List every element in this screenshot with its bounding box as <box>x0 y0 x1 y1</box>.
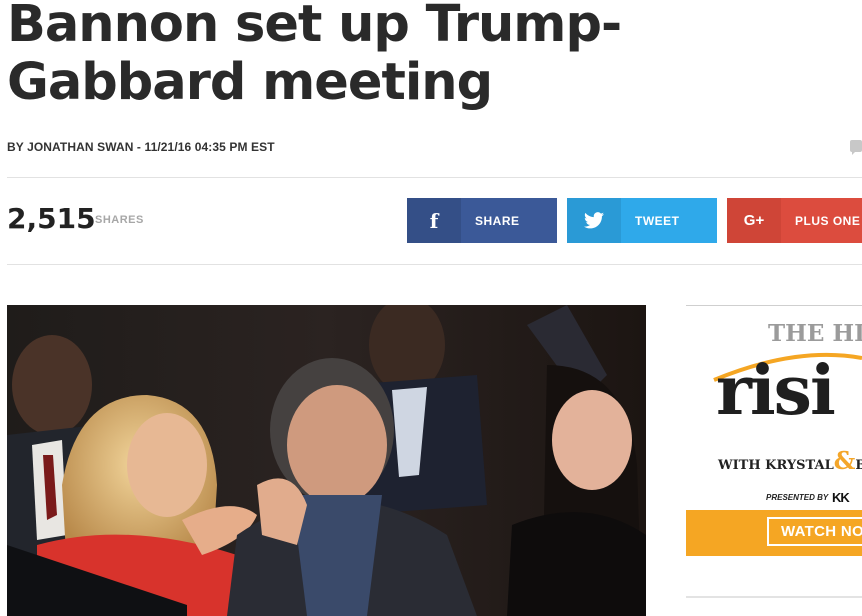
google-plus-icon: G+ <box>727 198 781 243</box>
facebook-share-label: SHARE <box>475 213 520 228</box>
article-byline: BY JONATHAN SWAN - 11/21/16 04:35 PM EST <box>7 140 275 154</box>
ad-sponsor-logo: KK <box>832 490 850 505</box>
comment-icon[interactable] <box>850 140 862 155</box>
ad-watch-now-button[interactable]: WATCH NO <box>767 517 862 546</box>
google-plus-button[interactable]: G+ PLUS ONE <box>727 198 862 243</box>
facebook-share-button[interactable]: f SHARE <box>407 198 557 243</box>
ad-hosts: WITH KRYSTAL&B <box>718 446 862 475</box>
google-plus-label: PLUS ONE <box>795 213 861 228</box>
divider <box>7 264 862 265</box>
facebook-icon: f <box>407 198 461 243</box>
ad-presented-by: PRESENTED BY <box>766 493 829 502</box>
ad-show-title: risi <box>716 351 836 431</box>
divider <box>686 596 862 598</box>
ad-brand: THE HI <box>768 320 862 347</box>
divider <box>7 177 862 178</box>
share-count: 2,515 <box>7 202 96 235</box>
article-hero-photo[interactable] <box>7 305 646 616</box>
share-count-label: SHARES <box>95 214 144 226</box>
twitter-tweet-label: TWEET <box>635 213 680 228</box>
article-headline: Bannon set up Trump-Gabbard meeting <box>7 0 622 112</box>
advertisement[interactable]: THE HI risi WITH KRYSTAL&B PRESENTED BY … <box>686 305 862 556</box>
twitter-icon <box>567 198 621 243</box>
twitter-tweet-button[interactable]: TWEET <box>567 198 717 243</box>
